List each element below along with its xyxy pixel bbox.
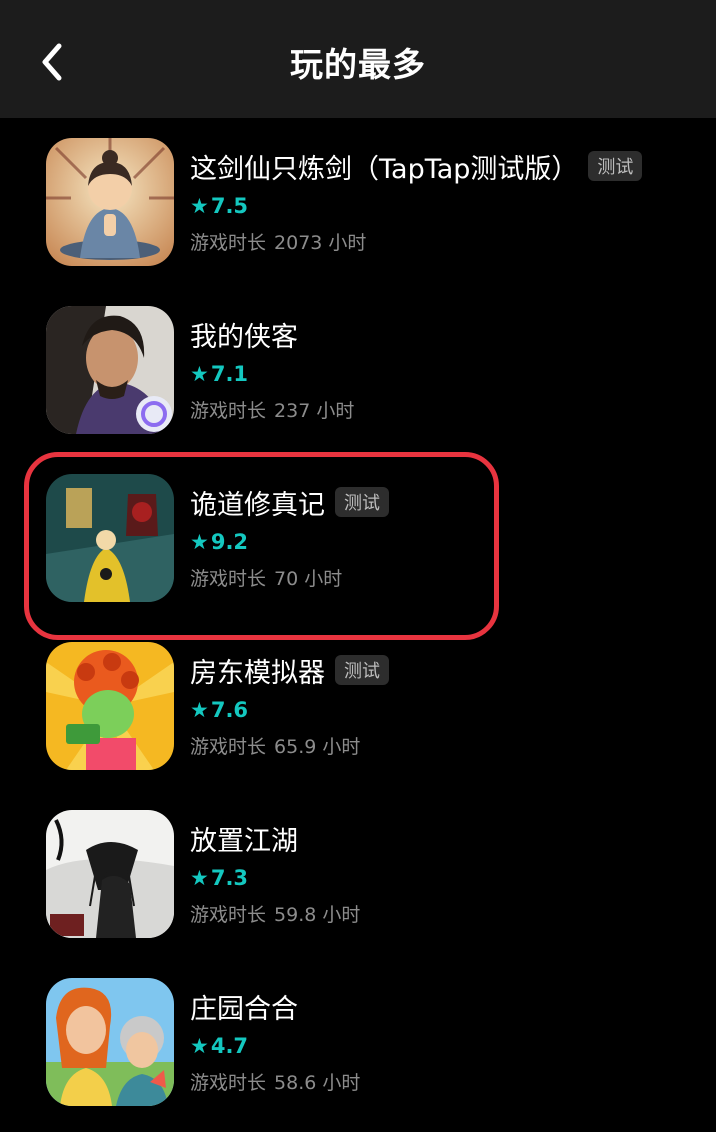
play-time-value: 65.9 小时	[274, 735, 361, 758]
test-badge: 测试	[588, 151, 643, 181]
play-time: 游戏时长 2073 小时	[190, 226, 696, 256]
star-icon: ★	[190, 698, 209, 722]
play-time-label: 游戏时长	[190, 399, 267, 422]
game-row[interactable]: 我的侠客 ★ 7.1 游戏时长 237 小时	[0, 286, 716, 436]
page-title: 玩的最多	[290, 45, 426, 84]
play-time: 游戏时长 58.6 小时	[190, 1066, 696, 1096]
play-time-label: 游戏时长	[190, 735, 267, 758]
play-time-label: 游戏时长	[190, 903, 267, 926]
game-icon-fangzhijianghu	[46, 810, 174, 938]
star-icon: ★	[190, 866, 209, 890]
test-badge: 测试	[335, 655, 389, 685]
game-rating: 7.3	[210, 866, 249, 890]
game-row[interactable]: 放置江湖 ★ 7.3 游戏时长 59.8 小时	[0, 790, 716, 940]
top-bar: 玩的最多	[0, 0, 716, 118]
game-rating: 7.6	[210, 698, 249, 722]
play-time: 游戏时长 237 小时	[190, 394, 696, 424]
game-row[interactable]: 这剑仙只炼剑（TapTap测试版） 测试 ★ 7.5 游戏时长 2073 小时	[0, 118, 716, 268]
play-time-value: 59.8 小时	[274, 903, 361, 926]
game-icon-guidaoxiuzhenji	[46, 474, 174, 602]
game-row[interactable]: 诡道修真记 测试 ★ 9.2 游戏时长 70 小时	[0, 454, 716, 604]
game-icon-fangdongmoniqi	[46, 642, 174, 770]
play-time-value: 237 小时	[274, 399, 355, 422]
game-icon-zhuangyuanhehe	[46, 978, 174, 1106]
game-rating: 4.7	[210, 1034, 249, 1058]
play-time-label: 游戏时长	[190, 567, 267, 590]
star-icon: ★	[190, 194, 209, 218]
star-icon: ★	[190, 530, 209, 554]
play-time-label: 游戏时长	[190, 231, 267, 254]
star-icon: ★	[190, 362, 209, 386]
game-rating: 7.5	[210, 194, 249, 218]
game-row[interactable]: 房东模拟器 测试 ★ 7.6 游戏时长 65.9 小时	[0, 622, 716, 772]
star-icon: ★	[190, 1034, 209, 1058]
play-time: 游戏时长 70 小时	[190, 562, 696, 592]
play-time-label: 游戏时长	[190, 1071, 267, 1094]
test-badge: 测试	[335, 487, 389, 517]
play-time-value: 58.6 小时	[274, 1071, 361, 1094]
game-rating: 7.1	[210, 362, 249, 386]
play-time-value: 2073 小时	[274, 231, 367, 254]
game-name: 诡道修真记	[190, 489, 325, 521]
play-time: 游戏时长 59.8 小时	[190, 898, 696, 928]
game-name: 这剑仙只炼剑（TapTap测试版）	[190, 153, 579, 185]
play-time: 游戏时长 65.9 小时	[190, 730, 696, 760]
game-name: 放置江湖	[190, 825, 298, 857]
game-row[interactable]: 庄园合合 ★ 4.7 游戏时长 58.6 小时	[0, 958, 716, 1108]
game-name: 我的侠客	[190, 321, 298, 353]
game-rating: 9.2	[210, 530, 249, 554]
game-name: 庄园合合	[190, 993, 298, 1025]
game-name: 房东模拟器	[190, 657, 325, 689]
game-icon-wodexiake	[46, 306, 174, 434]
game-icon-zhejianxian	[46, 138, 174, 266]
play-time-value: 70 小时	[274, 567, 343, 590]
